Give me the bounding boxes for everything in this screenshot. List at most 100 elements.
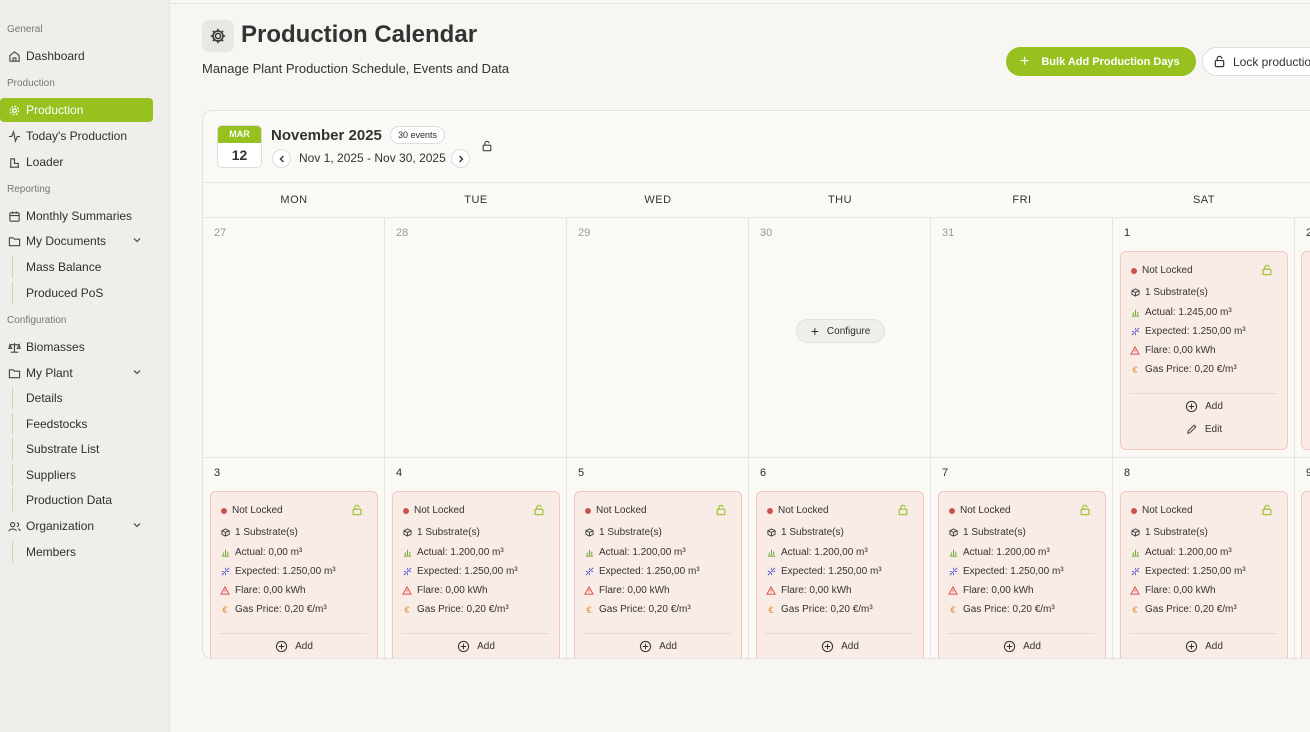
button-label: Configure: [826, 325, 871, 337]
day-cell[interactable]: 28: [385, 218, 567, 458]
sidebar-subitem-production-data[interactable]: Production Data: [12, 489, 153, 511]
status-dot: [1131, 507, 1137, 514]
unlock-icon[interactable]: [715, 504, 727, 519]
status-text: Not Locked: [596, 505, 647, 516]
gas-price-value: Gas Price: 0,20 €/m³: [1145, 604, 1237, 615]
production-day-card[interactable]: Not Locked 1 Substrate(s) Actual: 1.200,…: [574, 491, 742, 658]
unlock-icon[interactable]: [1261, 504, 1273, 519]
sidebar-item-biomasses[interactable]: Biomasses: [0, 335, 153, 359]
chevron-down-icon[interactable]: [131, 366, 145, 380]
unlock-icon[interactable]: [481, 139, 493, 157]
flare-value: Flare: 0,00 kWh: [417, 585, 488, 596]
sidebar-item-label: Production: [26, 103, 84, 117]
month-title: November 2025: [271, 127, 382, 144]
sparkle-icon: [220, 567, 230, 577]
lock-icon: [1214, 55, 1225, 68]
production-day-card[interactable]: [1301, 251, 1310, 450]
add-button[interactable]: Add: [575, 640, 741, 653]
bar-chart-icon: [1130, 308, 1140, 318]
substrates-count: 1 Substrate(s): [781, 527, 844, 538]
day-cell[interactable]: 29: [567, 218, 749, 458]
unlock-icon[interactable]: [533, 504, 545, 519]
sidebar-item-production[interactable]: Production: [0, 98, 153, 122]
day-number: 8: [1124, 467, 1131, 479]
production-day-card[interactable]: Not Locked 1 Substrate(s) Actual: 1.200,…: [392, 491, 560, 658]
button-label: Add: [659, 641, 677, 652]
sidebar-subitem-produced-pos[interactable]: Produced PoS: [12, 282, 153, 304]
sidebar-item-organization[interactable]: Organization: [0, 514, 153, 538]
sidebar-subitem-members[interactable]: Members: [12, 541, 153, 563]
status-row: Not Locked: [584, 505, 647, 516]
edit-button[interactable]: Edit: [1121, 423, 1287, 435]
sidebar-item-label: Dashboard: [26, 49, 85, 63]
divider: [765, 633, 913, 634]
actual-value: Actual: 1.200,00 m³: [781, 547, 868, 558]
lock-production-button[interactable]: Lock productio: [1202, 47, 1310, 76]
add-button[interactable]: Add: [939, 640, 1105, 653]
bar-chart-icon: [766, 548, 776, 558]
sidebar-subitem-mass-balance[interactable]: Mass Balance: [12, 256, 153, 278]
add-button[interactable]: Add: [1121, 400, 1287, 413]
production-day-card[interactable]: Not Locked 1 Substrate(s) Actual: 1.245,…: [1120, 251, 1288, 450]
add-button[interactable]: Add: [211, 640, 377, 653]
today-date-badge[interactable]: MAR 12: [217, 125, 262, 168]
configure-button[interactable]: + Configure: [796, 319, 885, 343]
production-day-card[interactable]: Not Locked 1 Substrate(s) Actual: 0,00 m…: [210, 491, 378, 658]
sidebar-subitem-feedstocks[interactable]: Feedstocks: [12, 413, 153, 435]
sidebar-section-general: General: [7, 24, 43, 35]
box-icon: [948, 528, 958, 538]
expected-value: Expected: 1.250,00 m³: [1145, 326, 1246, 337]
add-button[interactable]: Add: [1121, 640, 1287, 653]
home-icon: [7, 49, 21, 63]
sidebar-section-reporting: Reporting: [7, 184, 51, 195]
production-day-card[interactable]: Not Locked 1 Substrate(s) Actual: 1.200,…: [756, 491, 924, 658]
plus-icon: +: [810, 323, 819, 339]
sidebar-item-dashboard[interactable]: Dashboard: [0, 44, 153, 68]
box-icon: [220, 528, 230, 538]
euro-icon: €: [1132, 364, 1138, 375]
sidebar-item-loader[interactable]: Loader: [0, 150, 153, 174]
next-month-button[interactable]: [451, 149, 470, 168]
prev-month-button[interactable]: [272, 149, 291, 168]
actual-value: Actual: 1.200,00 m³: [963, 547, 1050, 558]
production-day-card[interactable]: Not Locked 1 Substrate(s) Actual: 1.200,…: [938, 491, 1106, 658]
chevron-down-icon[interactable]: [131, 519, 145, 533]
substrates-count: 1 Substrate(s): [1145, 287, 1208, 298]
button-label: Add: [295, 641, 313, 652]
add-button[interactable]: Add: [393, 640, 559, 653]
status-text: Not Locked: [1142, 505, 1193, 516]
divider: [947, 633, 1095, 634]
flare-value: Flare: 0,00 kWh: [599, 585, 670, 596]
unlock-icon[interactable]: [1261, 264, 1273, 279]
warning-icon: [948, 586, 958, 596]
sidebar-subitem-suppliers[interactable]: Suppliers: [12, 464, 153, 486]
gas-price-value: Gas Price: 0,20 €/m³: [781, 604, 873, 615]
bulk-add-production-days-button[interactable]: + Bulk Add Production Days: [1006, 47, 1196, 76]
production-day-card[interactable]: [1301, 491, 1310, 658]
weekday-mon: MON: [280, 194, 308, 206]
button-label: Add: [841, 641, 859, 652]
flare-value: Flare: 0,00 kWh: [235, 585, 306, 596]
sidebar-subitem-details[interactable]: Details: [12, 387, 153, 409]
status-row: Not Locked: [220, 505, 283, 516]
day-cell[interactable]: 27: [203, 218, 385, 458]
unlock-icon[interactable]: [1079, 504, 1091, 519]
sidebar-item-monthly-summaries[interactable]: Monthly Summaries: [0, 204, 153, 228]
add-button[interactable]: Add: [757, 640, 923, 653]
euro-icon: €: [222, 604, 228, 615]
day-cell[interactable]: 31: [931, 218, 1113, 458]
page-title: Production Calendar: [241, 21, 478, 48]
sidebar-subitem-substrate-list[interactable]: Substrate List: [12, 438, 153, 460]
sidebar-section-production: Production: [7, 78, 55, 89]
chevron-down-icon[interactable]: [131, 234, 145, 248]
flare-value: Flare: 0,00 kWh: [1145, 585, 1216, 596]
unlock-icon[interactable]: [897, 504, 909, 519]
warning-icon: [584, 586, 594, 596]
users-icon: [7, 519, 21, 533]
sidebar-item-my-documents[interactable]: My Documents: [0, 229, 153, 253]
production-day-card[interactable]: Not Locked 1 Substrate(s) Actual: 1.200,…: [1120, 491, 1288, 658]
sidebar-item-todays-production[interactable]: Today's Production: [0, 124, 153, 148]
actual-value: Actual: 1.200,00 m³: [1145, 547, 1232, 558]
unlock-icon[interactable]: [351, 504, 363, 519]
sidebar-item-my-plant[interactable]: My Plant: [0, 361, 153, 385]
